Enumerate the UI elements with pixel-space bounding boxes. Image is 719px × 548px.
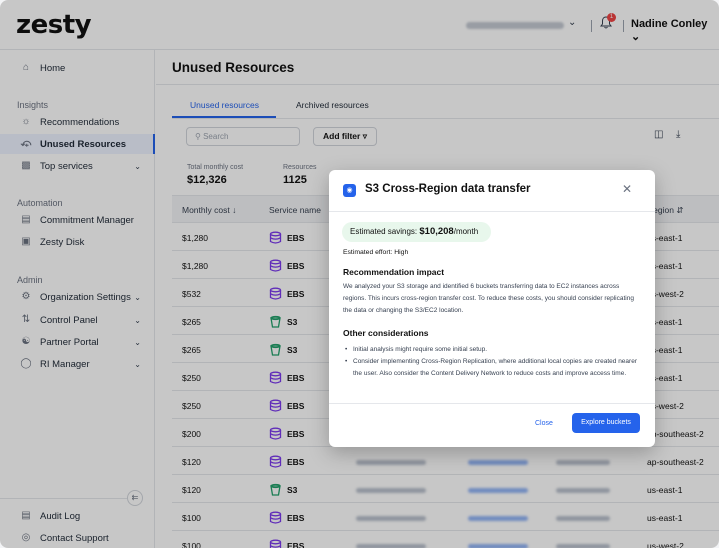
app-window: zesty ⌄ 1 Nadine Conley ⌄ ⌂ Home Insight… xyxy=(0,0,719,548)
consideration-item: Consider implementing Cross-Region Repli… xyxy=(343,356,643,380)
other-considerations-heading: Other considerations xyxy=(343,328,429,338)
savings-value: $10,208 xyxy=(419,226,454,237)
impact-text: We analyzed your S3 storage and identifi… xyxy=(343,283,634,314)
estimated-effort: Estimated effort: High xyxy=(343,249,409,256)
savings-unit: /month xyxy=(453,227,479,236)
estimated-savings-badge: Estimated savings: $10,208/month xyxy=(342,222,491,242)
modal-header: ◉ S3 Cross-Region data transfer ✕ xyxy=(329,170,655,212)
modal-title: S3 Cross-Region data transfer xyxy=(365,183,531,195)
close-icon[interactable]: ✕ xyxy=(622,182,632,196)
impact-heading: Recommendation impact xyxy=(343,267,445,277)
consideration-item: Initial analysis might require some init… xyxy=(343,344,643,356)
explore-buckets-button[interactable]: Explore buckets xyxy=(572,413,640,433)
modal-footer-divider xyxy=(329,403,655,404)
close-button[interactable]: Close xyxy=(535,420,553,427)
s3-bucket-icon: ◉ xyxy=(343,184,356,197)
savings-label: Estimated savings: xyxy=(350,227,418,236)
recommendation-modal: ◉ S3 Cross-Region data transfer ✕ Estima… xyxy=(329,170,655,447)
